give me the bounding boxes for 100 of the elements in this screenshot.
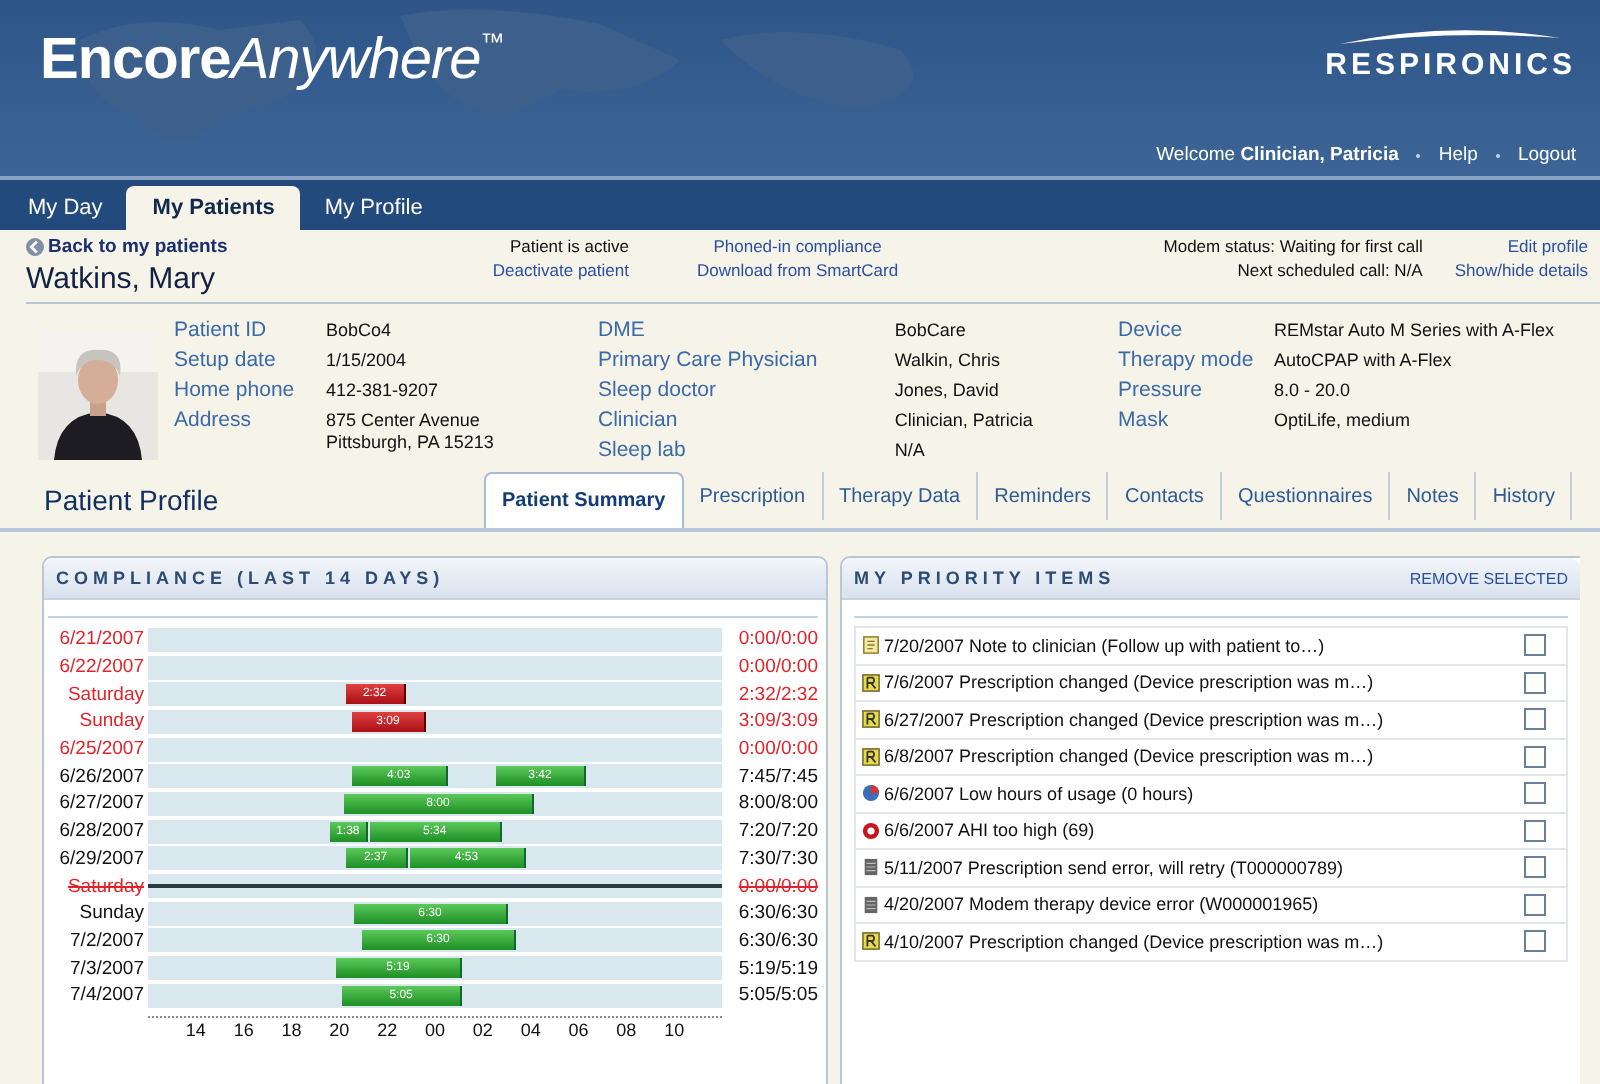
checkbox[interactable] <box>1524 671 1546 694</box>
usage-total: 5:05/5:05 <box>736 984 818 1007</box>
usage-total: 5:19/5:19 <box>736 957 818 980</box>
usage-total: 7:20/7:20 <box>736 820 818 843</box>
field-value: BobCare <box>894 318 968 344</box>
day-label: 6/27/2007 <box>57 792 146 815</box>
priority-item-text: 7/20/2007 Note to clinician (Follow up with patient to…) <box>884 635 1327 656</box>
field-value: 1/15/2004 <box>326 348 409 374</box>
modem-status: Modem status: Waiting for first call <box>1163 236 1423 256</box>
app-logo: EncoreAnywhere$^{™}$ <box>40 28 504 94</box>
checkbox[interactable] <box>1524 745 1546 768</box>
axis-tick-label: 02 <box>472 1019 493 1040</box>
axis-tick-label: 18 <box>281 1019 302 1040</box>
usage-total: 0:00/0:00 <box>736 628 818 651</box>
day-label: 6/26/2007 <box>57 765 146 788</box>
field-value: Walkin, Chris <box>894 348 1003 374</box>
status-text: Patient is active <box>509 236 629 256</box>
field-label: Pressure <box>1118 376 1205 404</box>
axis-tick-label: 08 <box>616 1019 637 1040</box>
company-logo: RESPIRONICS <box>1325 28 1576 82</box>
panel-title: COMPLIANCE (LAST 14 DAYS) <box>56 568 445 588</box>
field-value: REMstar Auto M Series with A-Flex <box>1274 318 1555 344</box>
field-value: 8.0 - 20.0 <box>1274 378 1353 404</box>
field-label: Patient ID <box>174 316 269 344</box>
profile-tab[interactable]: Questionnaires <box>1221 472 1391 520</box>
priority-item-text: 5/11/2007 Prescription send error, will retry (T000000789) <box>884 857 1345 878</box>
profile-tab[interactable]: Patient Summary <box>484 472 684 528</box>
day-label: Saturday <box>65 875 146 898</box>
checkbox[interactable] <box>1524 930 1546 953</box>
field-label: Primary Care Physician <box>598 346 820 374</box>
checkbox[interactable] <box>1524 634 1546 657</box>
download-link[interactable]: Download from SmartCard <box>696 260 899 280</box>
day-label: 6/25/2007 <box>57 738 146 761</box>
axis-tick-label: 14 <box>185 1019 206 1040</box>
header-link[interactable]: Logout <box>1517 144 1576 166</box>
day-label: Sunday <box>77 902 146 925</box>
checkbox[interactable] <box>1524 782 1546 805</box>
priority-item-text: 6/27/2007 Prescription changed (Device prescription was m…) <box>884 709 1386 730</box>
usage-total: 7:45/7:45 <box>736 765 818 788</box>
field-label: Device <box>1118 316 1185 344</box>
axis-tick-label: 04 <box>520 1019 541 1040</box>
phoned-in-link[interactable]: Phoned-in compliance <box>713 236 882 256</box>
axis-tick-label: 20 <box>329 1019 350 1040</box>
profile-tab[interactable]: Notes <box>1390 472 1477 520</box>
deactivate-link[interactable]: Deactivate patient <box>492 260 629 280</box>
usage-total: 8:00/8:00 <box>736 792 818 815</box>
field-label: Setup date <box>174 346 278 374</box>
usage-total: 0:00/0:00 <box>736 656 818 679</box>
field-label: Mask <box>1118 406 1171 434</box>
field-value: OptiLife, medium <box>1274 408 1413 434</box>
priority-item-text: 4/20/2007 Modem therapy device error (W000001965) <box>884 894 1321 915</box>
nav-tab[interactable]: My Day <box>8 186 123 230</box>
day-label: 6/29/2007 <box>57 847 146 870</box>
priority-item-text: 6/8/2007 Prescription changed (Device prescription was m…) <box>884 746 1376 767</box>
welcome-text: Welcome Clinician, Patricia <box>1156 144 1399 166</box>
header-link[interactable]: Help <box>1438 144 1478 166</box>
field-value: N/A <box>894 438 927 464</box>
field-label: Home phone <box>174 376 297 404</box>
checkbox[interactable] <box>1524 819 1546 842</box>
priority-item-text: 6/6/2007 Low hours of usage (0 hours) <box>884 783 1196 804</box>
device-icon <box>862 895 880 914</box>
profile-tab[interactable]: Prescription <box>683 472 824 520</box>
day-label: 6/28/2007 <box>57 820 146 843</box>
field-value: Clinician, Patricia <box>894 408 1035 434</box>
back-link[interactable]: Back to my patients <box>26 236 228 258</box>
axis-tick-label: 10 <box>664 1019 685 1040</box>
field-label: Sleep lab <box>598 436 688 464</box>
nav-tab[interactable]: My Patients <box>126 186 301 230</box>
day-label: 6/21/2007 <box>57 628 146 651</box>
device-icon <box>862 858 880 877</box>
nav-tab[interactable]: My Profile <box>304 186 443 230</box>
field-label: Clinician <box>598 406 680 434</box>
edit-profile-link[interactable]: Edit profile <box>1507 236 1588 256</box>
note-icon <box>862 636 880 655</box>
checkbox[interactable] <box>1524 708 1546 731</box>
usage-total: 3:09/3:09 <box>736 710 818 733</box>
field-label: Address <box>174 406 254 436</box>
usage-total: 2:32/2:32 <box>736 683 818 706</box>
priority-item-text: 6/6/2007 AHI too high (69) <box>884 820 1097 841</box>
prescription-icon <box>862 673 880 692</box>
profile-tab[interactable]: Therapy Data <box>823 472 979 520</box>
profile-tab[interactable]: Reminders <box>978 472 1109 520</box>
profile-tab[interactable]: History <box>1476 472 1573 520</box>
usage-total: 6:30/6:30 <box>736 929 818 952</box>
checkbox[interactable] <box>1524 856 1546 879</box>
toggle-details-link[interactable]: Show/hide details <box>1454 260 1588 280</box>
axis-tick-label: 22 <box>377 1019 398 1040</box>
checkbox[interactable] <box>1524 893 1546 916</box>
usage-total: 6:30/6:30 <box>736 902 818 925</box>
field-value: BobCo4 <box>326 318 394 344</box>
day-label: 7/3/2007 <box>68 957 146 980</box>
field-value: AutoCPAP with A-Flex <box>1274 348 1454 374</box>
prescription-icon <box>862 710 880 729</box>
remove-selected-link[interactable]: REMOVE SELECTED <box>1409 569 1568 587</box>
prescription-icon <box>862 932 880 951</box>
profile-tab[interactable]: Contacts <box>1108 472 1222 520</box>
pie-clock-icon <box>862 784 880 803</box>
day-label: 6/22/2007 <box>57 656 146 679</box>
axis-tick-label: 16 <box>233 1019 254 1040</box>
usage-total: 0:00/0:00 <box>736 738 818 761</box>
